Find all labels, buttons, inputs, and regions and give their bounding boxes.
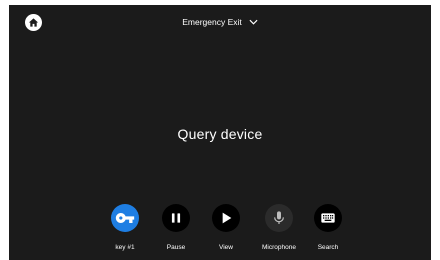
microphone-icon xyxy=(274,211,284,224)
device-screen: Emergency Exit Query device key #1 Pause xyxy=(9,5,431,260)
key-control[interactable]: key #1 xyxy=(100,204,150,251)
view-label: View xyxy=(219,244,233,251)
device-title: Emergency Exit xyxy=(182,17,242,27)
search-button[interactable] xyxy=(314,204,342,232)
play-icon xyxy=(222,212,232,224)
key-button[interactable] xyxy=(111,204,139,232)
view-button[interactable] xyxy=(212,204,240,232)
device-selector[interactable]: Emergency Exit xyxy=(9,17,431,27)
view-control[interactable]: View xyxy=(201,204,251,251)
pause-button[interactable] xyxy=(162,204,190,232)
microphone-label: Microphone xyxy=(262,244,296,251)
key-label: key #1 xyxy=(115,244,135,251)
search-label: Search xyxy=(317,244,339,251)
key-icon xyxy=(115,213,135,223)
microphone-control[interactable]: Microphone xyxy=(254,204,304,251)
pause-control[interactable]: Pause xyxy=(151,204,201,251)
search-control[interactable]: Search xyxy=(303,204,353,251)
pause-label: Pause xyxy=(166,244,186,251)
microphone-button[interactable] xyxy=(265,204,293,232)
status-message: Query device xyxy=(177,126,263,142)
keyboard-icon xyxy=(321,213,335,223)
chevron-down-icon xyxy=(249,19,258,25)
pause-icon xyxy=(171,213,181,223)
